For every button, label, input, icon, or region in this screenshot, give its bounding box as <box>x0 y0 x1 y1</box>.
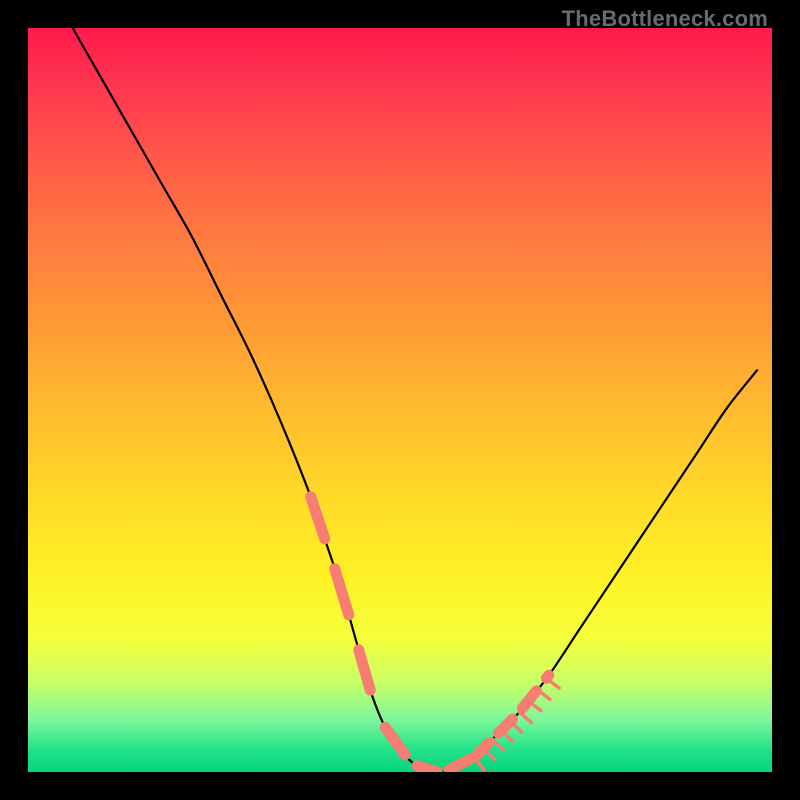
chart-svg <box>28 28 772 772</box>
bottleneck-curve <box>73 28 757 772</box>
marker-ascent-bristles <box>474 678 559 770</box>
marker-valley <box>385 727 469 772</box>
marker-ascent <box>474 675 548 757</box>
marker-descent <box>311 497 371 690</box>
